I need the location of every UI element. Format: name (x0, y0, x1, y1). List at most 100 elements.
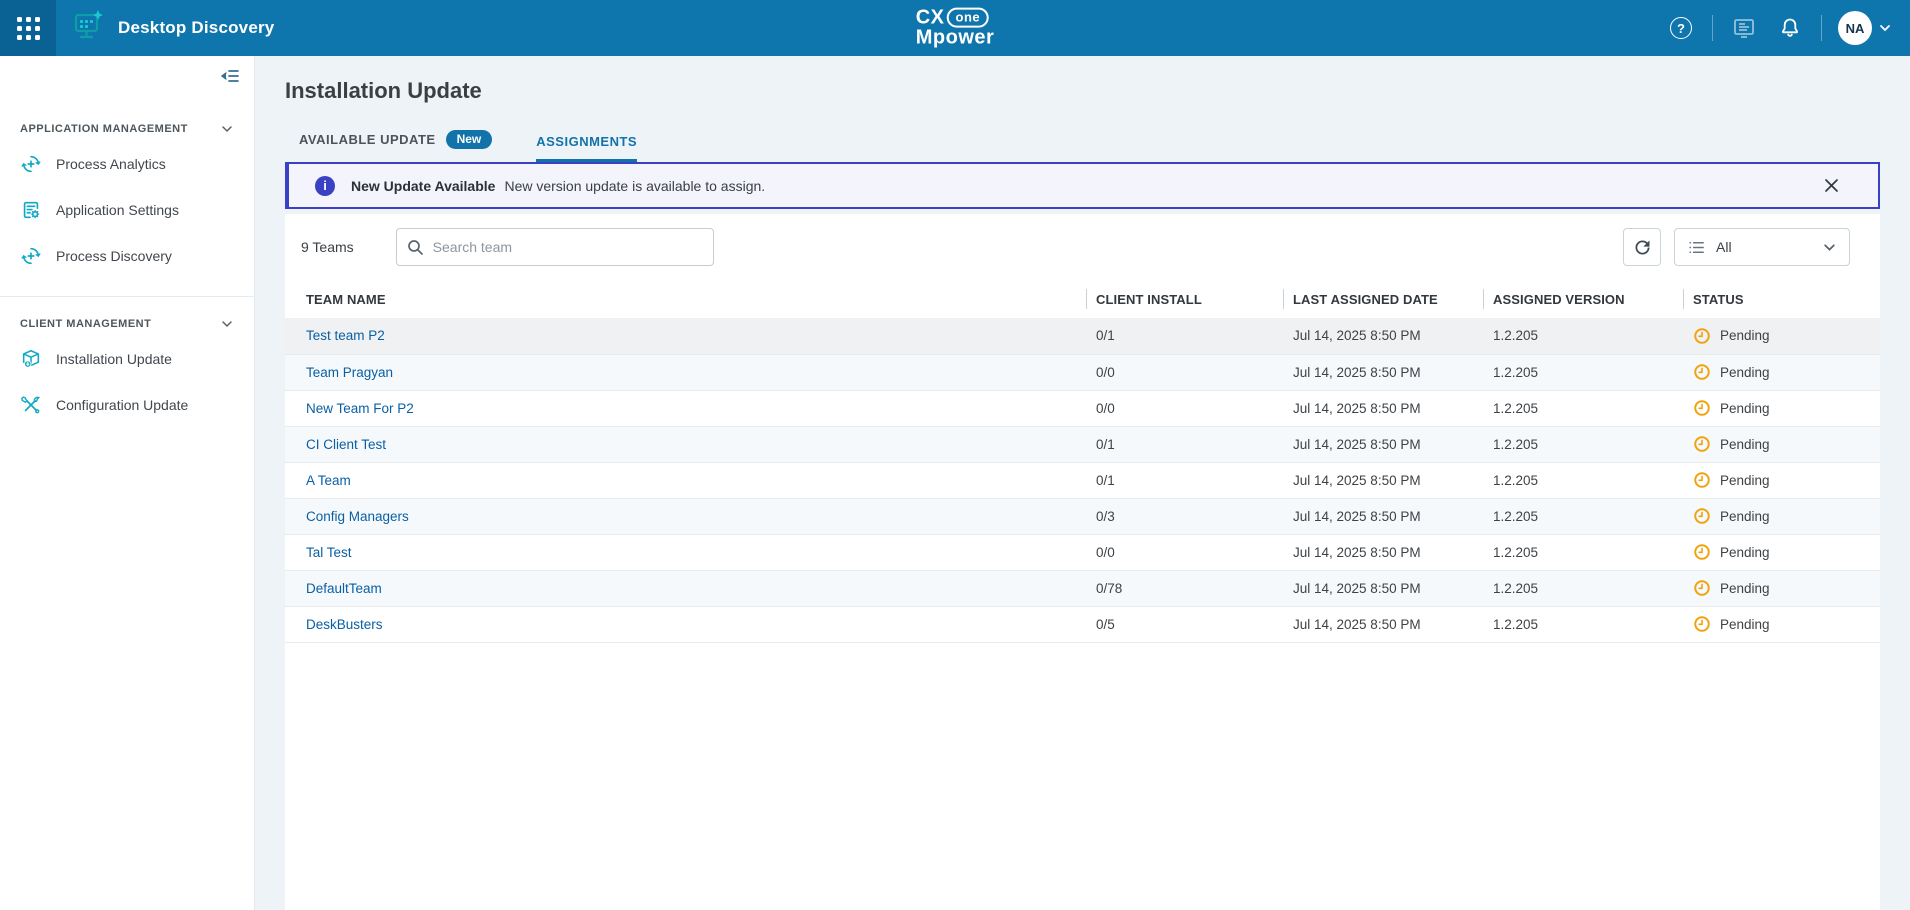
sidebar-item-configuration-update[interactable]: Configuration Update (14, 383, 240, 427)
collapse-panel-icon (220, 66, 240, 86)
pending-clock-icon (1693, 363, 1711, 381)
assigned-version-cell: 1.2.205 (1483, 318, 1683, 354)
topbar-actions: ? NA (1666, 11, 1910, 45)
pending-clock-icon (1693, 435, 1711, 453)
configuration-update-icon (20, 394, 42, 416)
pending-clock-icon (1693, 543, 1711, 561)
team-link[interactable]: New Team For P2 (306, 401, 414, 416)
sidebar: APPLICATION MANAGEMENT Process Analytics (0, 56, 255, 910)
app-title: Desktop Discovery (118, 18, 274, 38)
team-link[interactable]: DeskBusters (306, 617, 383, 632)
table-row[interactable]: DeskBusters 0/5 Jul 14, 2025 8:50 PM 1.2… (285, 606, 1880, 642)
tab-assignments[interactable]: ASSIGNMENTS (536, 134, 637, 162)
sidebar-collapse-button[interactable] (220, 66, 240, 89)
client-install-cell: 0/1 (1086, 462, 1283, 498)
team-name-cell: DefaultTeam (285, 570, 1086, 606)
table-body: Test team P2 0/1 Jul 14, 2025 8:50 PM 1.… (285, 318, 1880, 642)
tab-label: ASSIGNMENTS (536, 134, 637, 149)
help-button[interactable]: ? (1666, 13, 1696, 43)
client-install-cell: 0/0 (1086, 354, 1283, 390)
nav-item-label: Process Analytics (56, 156, 166, 172)
assigned-version-cell: 1.2.205 (1483, 498, 1683, 534)
table-row[interactable]: Config Managers 0/3 Jul 14, 2025 8:50 PM… (285, 498, 1880, 534)
sidebar-item-process-analytics[interactable]: Process Analytics (14, 142, 240, 186)
team-link[interactable]: Tal Test (306, 545, 352, 560)
team-link[interactable]: CI Client Test (306, 437, 386, 452)
status-cell: Pending (1683, 462, 1880, 498)
section-client-management: CLIENT MANAGEMENT Installation Update (0, 307, 254, 427)
section-header-client-management[interactable]: CLIENT MANAGEMENT (14, 307, 240, 335)
sidebar-item-installation-update[interactable]: Installation Update (14, 337, 240, 381)
team-name-cell: New Team For P2 (285, 390, 1086, 426)
team-name-cell: CI Client Test (285, 426, 1086, 462)
chevron-down-icon (220, 122, 234, 136)
app-brand: Desktop Discovery (70, 8, 274, 49)
search-box[interactable] (396, 228, 714, 266)
chevron-down-icon (1822, 240, 1837, 255)
assigned-version-cell: 1.2.205 (1483, 570, 1683, 606)
page-title: Installation Update (285, 78, 1880, 104)
notifications-button[interactable] (1775, 13, 1805, 43)
table-row[interactable]: Tal Test 0/0 Jul 14, 2025 8:50 PM 1.2.20… (285, 534, 1880, 570)
status-cell: Pending (1683, 426, 1880, 462)
client-install-cell: 0/0 (1086, 534, 1283, 570)
team-link[interactable]: Team Pragyan (306, 365, 393, 380)
list-filter-icon (1687, 238, 1706, 257)
table-row[interactable]: DefaultTeam 0/78 Jul 14, 2025 8:50 PM 1.… (285, 570, 1880, 606)
teams-count: 9 Teams (299, 239, 354, 255)
status-label: Pending (1720, 617, 1770, 632)
help-icon: ? (1670, 17, 1692, 39)
table-row[interactable]: New Team For P2 0/0 Jul 14, 2025 8:50 PM… (285, 390, 1880, 426)
table-row[interactable]: CI Client Test 0/1 Jul 14, 2025 8:50 PM … (285, 426, 1880, 462)
last-assigned-date-cell: Jul 14, 2025 8:50 PM (1283, 498, 1483, 534)
topbar-divider (1712, 15, 1713, 41)
team-name-cell: Tal Test (285, 534, 1086, 570)
team-name-cell: Team Pragyan (285, 354, 1086, 390)
status-cell: Pending (1683, 498, 1880, 534)
column-header-assigned-version[interactable]: ASSIGNED VERSION (1483, 280, 1683, 318)
waffle-icon (17, 17, 40, 40)
main-content: Installation Update AVAILABLE UPDATE New… (255, 56, 1910, 910)
sidebar-item-process-discovery[interactable]: Process Discovery (14, 234, 240, 278)
table-row[interactable]: Team Pragyan 0/0 Jul 14, 2025 8:50 PM 1.… (285, 354, 1880, 390)
search-input[interactable] (433, 239, 703, 255)
table-row[interactable]: A Team 0/1 Jul 14, 2025 8:50 PM 1.2.205 … (285, 462, 1880, 498)
app-launcher-button[interactable] (0, 0, 56, 56)
column-header-last-assigned-date[interactable]: LAST ASSIGNED DATE (1283, 280, 1483, 318)
team-link[interactable]: A Team (306, 473, 351, 488)
nav-item-label: Application Settings (56, 202, 179, 218)
status-label: Pending (1720, 437, 1770, 452)
client-install-cell: 0/78 (1086, 570, 1283, 606)
pending-clock-icon (1693, 471, 1711, 489)
section-header-application-management[interactable]: APPLICATION MANAGEMENT (14, 112, 240, 140)
assigned-version-cell: 1.2.205 (1483, 390, 1683, 426)
assignments-table: TEAM NAME CLIENT INSTALL LAST ASSIGNED D… (285, 280, 1880, 643)
sidebar-item-application-settings[interactable]: Application Settings (14, 188, 240, 232)
tab-label: AVAILABLE UPDATE (299, 132, 436, 147)
tab-available-update[interactable]: AVAILABLE UPDATE New (299, 130, 492, 162)
team-link[interactable]: Config Managers (306, 509, 409, 524)
logo-one-bubble: one (947, 8, 990, 28)
close-icon (1823, 177, 1840, 194)
last-assigned-date-cell: Jul 14, 2025 8:50 PM (1283, 390, 1483, 426)
table-row[interactable]: Test team P2 0/1 Jul 14, 2025 8:50 PM 1.… (285, 318, 1880, 354)
user-menu[interactable]: NA (1838, 11, 1892, 45)
team-link[interactable]: DefaultTeam (306, 581, 382, 596)
nav-item-label: Installation Update (56, 351, 172, 367)
team-name-cell: A Team (285, 462, 1086, 498)
pending-clock-icon (1693, 579, 1711, 597)
table-toolbar: 9 Teams All (285, 214, 1880, 280)
screen-share-button[interactable] (1729, 13, 1759, 43)
tab-bar: AVAILABLE UPDATE New ASSIGNMENTS (285, 130, 1880, 162)
banner-close-button[interactable] (1823, 177, 1840, 194)
status-cell: Pending (1683, 534, 1880, 570)
update-banner: i New Update Available New version updat… (285, 162, 1880, 209)
column-header-team-name[interactable]: TEAM NAME (285, 280, 1086, 318)
refresh-button[interactable] (1623, 228, 1661, 266)
status-cell: Pending (1683, 354, 1880, 390)
filter-dropdown[interactable]: All (1674, 228, 1850, 266)
column-header-status[interactable]: STATUS (1683, 280, 1880, 318)
team-link[interactable]: Test team P2 (306, 328, 385, 343)
column-header-client-install[interactable]: CLIENT INSTALL (1086, 280, 1283, 318)
desktop-discovery-app-icon (70, 8, 106, 49)
